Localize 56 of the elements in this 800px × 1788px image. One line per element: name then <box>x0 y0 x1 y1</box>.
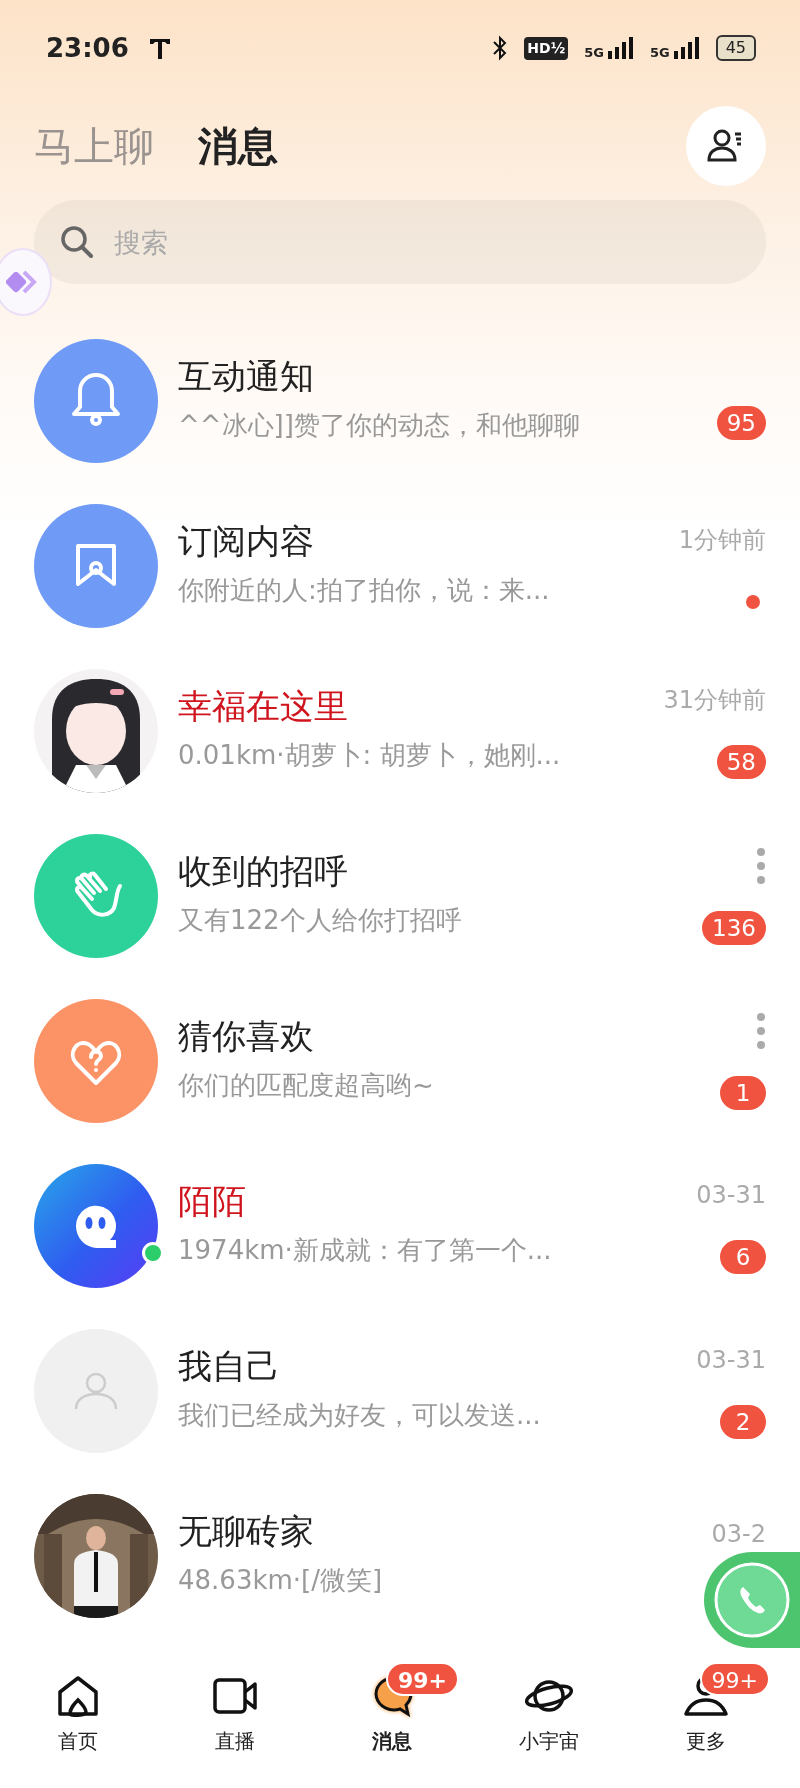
nav-label: 消息 <box>372 1728 412 1755</box>
unread-count: 136 <box>702 910 766 945</box>
message-preview: ^^冰心]]赞了你的动态，和他聊聊 <box>178 409 581 443</box>
nav-tab[interactable]: 首页 <box>0 1652 157 1788</box>
header-tab[interactable]: 消息 <box>198 116 278 176</box>
call-button[interactable] <box>704 1552 800 1648</box>
nav-label: 首页 <box>58 1728 99 1755</box>
nav-label: 更多 <box>685 1728 726 1755</box>
network-label: 5G <box>649 46 670 59</box>
more-icon <box>756 1011 766 1050</box>
bluetooth-icon <box>492 35 509 61</box>
timestamp: 03-2 <box>711 1518 766 1550</box>
contact-name: 幸福在这里 <box>178 685 349 727</box>
message-preview: 你们的匹配度超高哟~ <box>178 1069 435 1103</box>
contact-name: 无聊砖家 <box>178 1510 315 1552</box>
contact-name: 互动通知 <box>178 355 315 397</box>
message-preview: 又有122个人给你打招呼 <box>178 904 463 938</box>
nav-tab[interactable]: 消息 99+ <box>313 1652 471 1788</box>
timestamp: 31分钟前 <box>663 685 766 716</box>
contact-name: 收到的招呼 <box>178 850 349 892</box>
contact-name: 我自己 <box>178 1345 281 1387</box>
contact-name: 陌陌 <box>178 1180 247 1222</box>
message-preview: 48.63km·[/微笑] <box>178 1564 384 1598</box>
contact-name: 订阅内容 <box>178 520 315 562</box>
timestamp: 03-31 <box>696 1345 766 1376</box>
floating-tab[interactable] <box>0 248 52 316</box>
nav-tab[interactable]: 小宇宙 <box>470 1652 628 1788</box>
nav-badge: 99+ <box>699 1662 770 1696</box>
nav-tab[interactable]: 更多 99+ <box>627 1652 784 1788</box>
message-preview: 0.01km·胡萝卜: 胡萝卜，她刚... <box>178 739 562 773</box>
battery-indicator: 45 <box>715 35 756 61</box>
unread-count: 2 <box>720 1405 766 1439</box>
clock: 23:06 <box>46 31 129 65</box>
network-label: 5G <box>584 46 604 59</box>
phone-icon <box>712 1560 792 1640</box>
more-button[interactable] <box>756 846 766 885</box>
contact-name: 猜你喜欢 <box>178 1015 315 1057</box>
message-preview: 1974km·新成就：有了第一个... <box>178 1234 553 1268</box>
message-preview: 你附近的人:拍了拍你，说：来... <box>178 574 551 608</box>
nav-tab[interactable]: 直播 <box>156 1652 314 1788</box>
signal-icon <box>607 37 634 59</box>
unread-count: 6 <box>720 1240 766 1274</box>
more-icon <box>756 846 766 885</box>
search-icon <box>60 225 94 259</box>
unread-count: 58 <box>716 745 766 779</box>
unread-count: 95 <box>716 406 766 440</box>
timestamp: 1分钟前 <box>678 525 766 556</box>
signal-icon <box>673 37 700 59</box>
timestamp: 03-31 <box>696 1180 766 1211</box>
nav-badge: 99+ <box>386 1662 460 1696</box>
nav-label: 小宇宙 <box>518 1728 579 1755</box>
unread-count: 1 <box>720 1075 766 1110</box>
message-preview: 我们已经成为好友，可以发送... <box>178 1399 542 1433</box>
nav-label: 直播 <box>215 1728 256 1755</box>
more-button[interactable] <box>756 1011 766 1050</box>
hd-indicator: HD½ <box>524 36 569 60</box>
